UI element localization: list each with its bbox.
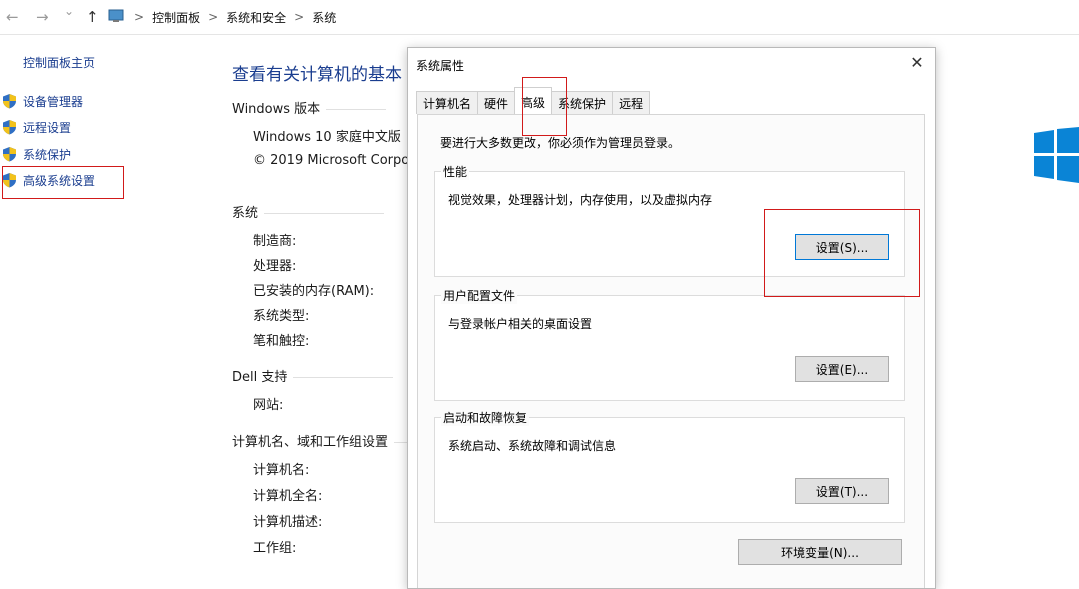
shield-icon [3, 147, 16, 162]
tab-computer-name[interactable]: 计算机名 [416, 91, 479, 114]
dell-row-label: 网站: [253, 398, 284, 413]
up-icon[interactable]: ↑ [86, 8, 99, 26]
shield-icon [3, 120, 16, 135]
group-title: 用户配置文件 [441, 287, 518, 304]
tab-hardware[interactable]: 硬件 [477, 91, 516, 114]
breadcrumb-separator: > [208, 10, 219, 24]
sidebar-item-system-protection[interactable]: 系统保护 [0, 144, 71, 164]
section-windows-edition: Windows 版本 [232, 98, 387, 117]
address-bar-divider [0, 34, 1079, 35]
computer-row-label: 计算机名: [253, 463, 310, 478]
page-title: 查看有关计算机的基本 [232, 65, 402, 85]
group-description: 系统启动、系统故障和调试信息 [448, 439, 617, 453]
advanced-tab-page: 要进行大多数更改，你必须作为管理员登录。 性能 视觉效果，处理器计划，内存使用，… [417, 114, 925, 588]
group-title: 性能 [441, 163, 470, 180]
computer-row-label: 工作组: [253, 541, 297, 556]
computer-row-label: 计算机描述: [253, 515, 323, 530]
sidebar-item-label: 系统保护 [23, 147, 72, 162]
highlight-box [522, 77, 567, 136]
breadcrumb-separator: > [294, 10, 305, 24]
highlight-box [764, 209, 920, 297]
startup-settings-button[interactable]: 设置(T)... [795, 478, 889, 504]
system-row-label: 系统类型: [253, 309, 310, 324]
back-icon[interactable]: ← [6, 8, 19, 26]
startup-recovery-group: 启动和故障恢复 系统启动、系统故障和调试信息 设置(T)... [434, 409, 905, 523]
windows-edition-value: Windows 10 家庭中文版 [253, 130, 401, 145]
breadcrumb-separator: > [134, 10, 145, 24]
group-description: 与登录帐户相关的桌面设置 [448, 317, 593, 331]
admin-note: 要进行大多数更改，你必须作为管理员登录。 [440, 136, 681, 150]
forward-icon[interactable]: → [36, 8, 49, 26]
breadcrumb[interactable]: > 控制面板 > 系统和安全 > 系统 [108, 0, 1079, 34]
sidebar-item-label: 远程设置 [23, 120, 72, 135]
section-system: 系统 [232, 202, 385, 221]
section-dell-support: Dell 支持 [232, 366, 394, 385]
shield-icon [3, 94, 16, 109]
environment-variables-button[interactable]: 环境变量(N)... [738, 539, 902, 565]
group-title: 启动和故障恢复 [441, 409, 530, 426]
close-icon[interactable]: ✕ [907, 53, 927, 72]
breadcrumb-item[interactable]: 控制面板 [152, 9, 200, 26]
system-row-label: 制造商: [253, 234, 297, 249]
breadcrumb-item[interactable]: 系统和安全 [226, 9, 286, 26]
sidebar-item-remote-settings[interactable]: 远程设置 [0, 117, 71, 137]
section-computer-name: 计算机名、域和工作组设置 [232, 431, 411, 450]
system-row-label: 笔和触控: [253, 334, 310, 349]
system-properties-dialog: 系统属性 ✕ 计算机名 硬件 高级 系统保护 远程 要进行大多数更改，你必须作为… [407, 47, 936, 589]
dialog-title: 系统属性 [416, 59, 465, 73]
computer-row-label: 计算机全名: [253, 489, 323, 504]
highlight-box [2, 166, 124, 199]
windows-logo-icon [1034, 127, 1079, 183]
control-panel-icon [108, 9, 126, 26]
profiles-settings-button[interactable]: 设置(E)... [795, 356, 889, 382]
group-description: 视觉效果，处理器计划，内存使用，以及虚拟内存 [448, 193, 713, 207]
copyright-text: © 2019 Microsoft Corpo [253, 153, 410, 168]
breadcrumb-item[interactable]: 系统 [312, 9, 336, 26]
recent-dropdown-icon[interactable]: ⌄ [64, 4, 74, 18]
sidebar-item-label: 设备管理器 [23, 94, 84, 109]
user-profiles-group: 用户配置文件 与登录帐户相关的桌面设置 设置(E)... [434, 287, 905, 401]
tab-remote[interactable]: 远程 [612, 91, 651, 114]
system-row-label: 处理器: [253, 259, 297, 274]
sidebar-item-device-manager[interactable]: 设备管理器 [0, 91, 83, 111]
sidebar-home-link[interactable]: 控制面板主页 [23, 54, 95, 71]
system-row-label: 已安装的内存(RAM): [253, 284, 375, 299]
